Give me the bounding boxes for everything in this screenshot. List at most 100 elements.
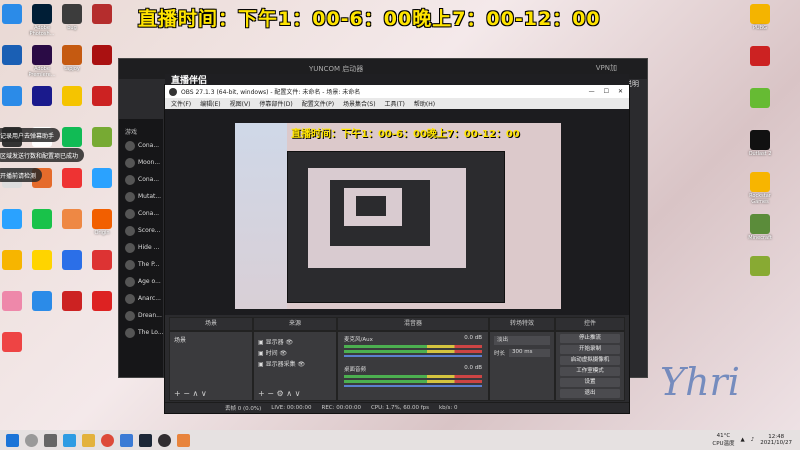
desktop-icon[interactable] [740, 46, 780, 67]
source-name: 显示器 [265, 339, 284, 346]
menu-item[interactable]: 文件(F) [171, 99, 191, 108]
game-list-item[interactable]: Drean... [125, 307, 165, 324]
game-list-item[interactable]: Moon... [125, 154, 165, 171]
clock-date[interactable]: 2021/10/27 [760, 440, 792, 446]
game-list-item[interactable]: Age o... [125, 273, 165, 290]
sources-list[interactable]: ▣ 显示器 👁 ▣ 时间 👁 ▣ 显示器采集 👁 [254, 332, 336, 373]
menu-item[interactable]: 停靠部件(D) [259, 99, 292, 108]
game-list-item[interactable]: Anarc... [125, 290, 165, 307]
start-icon[interactable] [6, 433, 19, 447]
control-button[interactable]: 停止推流 [560, 334, 620, 343]
desktop-icon[interactable]: Origin [82, 209, 122, 236]
system-tray: 41°C CPU温度 ▲ ♪ 12:48 2021/10/27 [712, 433, 800, 447]
desktop-icon[interactable] [82, 291, 122, 312]
transition-select[interactable]: 淡出 [494, 336, 550, 345]
control-button[interactable]: 退出 [560, 389, 620, 398]
chrome-icon[interactable] [101, 433, 114, 447]
menu-item[interactable]: 配置文件(P) [302, 99, 334, 108]
scenes-list[interactable]: 场景 [170, 332, 252, 347]
desktop-icon[interactable]: Rockstar Games [740, 172, 780, 205]
watermark-signature: Yhri [660, 360, 740, 404]
obs-taskbar-icon[interactable] [158, 433, 171, 447]
mixer-header: 混音器 [337, 317, 489, 331]
control-button[interactable]: 工作室模式 [560, 367, 620, 376]
duration-label: 时长 [494, 351, 506, 357]
desktop-icon[interactable] [740, 256, 780, 277]
network-icon[interactable]: ▲ [741, 437, 745, 443]
control-button[interactable]: 设置 [560, 378, 620, 387]
steam-icon[interactable] [139, 433, 152, 447]
file-explorer-icon[interactable] [82, 433, 95, 447]
desktop-icon-label: PUBG [753, 25, 767, 31]
volume-slider[interactable] [344, 385, 482, 387]
menu-item[interactable]: 视图(V) [230, 99, 251, 108]
duration-input[interactable]: 300 ms [509, 349, 550, 357]
mixer-tracks[interactable]: 麦克风/Aux 0.0 dB 桌面音频 0.0 dB [338, 332, 488, 398]
visibility-icon[interactable]: 👁 [278, 350, 288, 357]
scene-add-button[interactable]: + − ∧ ∨ [174, 389, 207, 398]
desktop-icon[interactable] [82, 45, 122, 66]
desktop-icon[interactable]: Outlast 2 [740, 130, 780, 157]
volume-slider[interactable] [344, 355, 482, 357]
desktop-icon[interactable] [82, 4, 122, 25]
maximize-icon[interactable]: ☐ [604, 88, 609, 95]
game-list-item[interactable]: Hide ... [125, 239, 165, 256]
game-list-item[interactable]: Score... [125, 222, 165, 239]
game-list-item[interactable]: The P... [125, 256, 165, 273]
visibility-icon[interactable]: 👁 [284, 339, 294, 346]
app-icon [32, 4, 52, 24]
game-icon [125, 276, 135, 287]
source-item[interactable]: ▣ 显示器采集 👁 [258, 359, 332, 368]
menu-item[interactable]: 工具(T) [385, 99, 405, 108]
mixer-track-name: 麦克风/Aux [344, 337, 373, 343]
scenes-header: 场景 [169, 317, 253, 331]
game-list-item[interactable]: Mutat... [125, 188, 165, 205]
control-button[interactable]: 启动虚拟摄像机 [560, 356, 620, 365]
volume-icon[interactable]: ♪ [751, 437, 755, 443]
close-icon[interactable]: ✕ [618, 88, 623, 95]
app-icon [92, 168, 112, 188]
search-icon[interactable] [25, 433, 38, 447]
desktop-icon[interactable] [82, 86, 122, 107]
desktop-icon[interactable] [740, 88, 780, 109]
status-item: LIVE: 00:00:00 [271, 405, 312, 411]
mixer-track-name: 桌面音频 [344, 367, 367, 373]
app-icon [92, 127, 112, 147]
app-taskbar-icon[interactable] [177, 433, 190, 447]
source-name: 显示器采集 [265, 361, 296, 368]
desktop-icon[interactable]: Minecraft [740, 214, 780, 241]
desktop-icon[interactable]: PUBG [740, 4, 780, 31]
sources-dock: ▣ 显示器 👁 ▣ 时间 👁 ▣ 显示器采集 👁 + − ⚙ ∧ ∨ [253, 331, 337, 401]
desktop-icon[interactable] [0, 332, 32, 353]
game-list-item[interactable]: Cona... [125, 205, 165, 222]
menu-item[interactable]: 编辑(E) [200, 99, 220, 108]
minimize-icon[interactable]: — [589, 88, 595, 95]
source-add-button[interactable]: + − ⚙ ∧ ∨ [258, 389, 300, 398]
edge-icon[interactable] [63, 433, 76, 447]
game-name: Drean... [138, 312, 162, 319]
source-item[interactable]: ▣ 显示器 👁 [258, 337, 332, 346]
visibility-icon[interactable]: 👁 [296, 361, 306, 368]
volume-meter [344, 345, 482, 348]
control-button[interactable]: 开始录制 [560, 345, 620, 354]
game-list-item[interactable]: Cona... [125, 137, 165, 154]
status-item: kb/s: 0 [439, 405, 458, 411]
game-list-item[interactable]: Cona... [125, 171, 165, 188]
app-icon [92, 250, 112, 270]
obs-titlebar: OBS 27.1.3 (64-bit, windows) - 配置文件: 未命名… [165, 85, 629, 98]
scene-item[interactable]: 场景 [174, 335, 248, 344]
desktop-icon[interactable] [82, 168, 122, 189]
desktop-icon[interactable] [82, 127, 122, 148]
menu-item[interactable]: 帮助(H) [414, 99, 435, 108]
game-icon [125, 225, 135, 236]
desktop-icon[interactable] [82, 250, 122, 271]
app-icon [2, 209, 22, 229]
game-list-item[interactable]: The Lo... [125, 324, 165, 341]
obs-window[interactable]: 直播伴侣 OBS 27.1.3 (64-bit, windows) - 配置文件… [164, 74, 630, 414]
menu-item[interactable]: 场景集合(S) [343, 99, 376, 108]
source-item[interactable]: ▣ 时间 👁 [258, 348, 332, 357]
store-icon[interactable] [120, 433, 133, 447]
mixer-track-db: 0.0 dB [464, 365, 482, 371]
task-view-icon[interactable] [44, 433, 57, 447]
app-icon [750, 4, 770, 24]
